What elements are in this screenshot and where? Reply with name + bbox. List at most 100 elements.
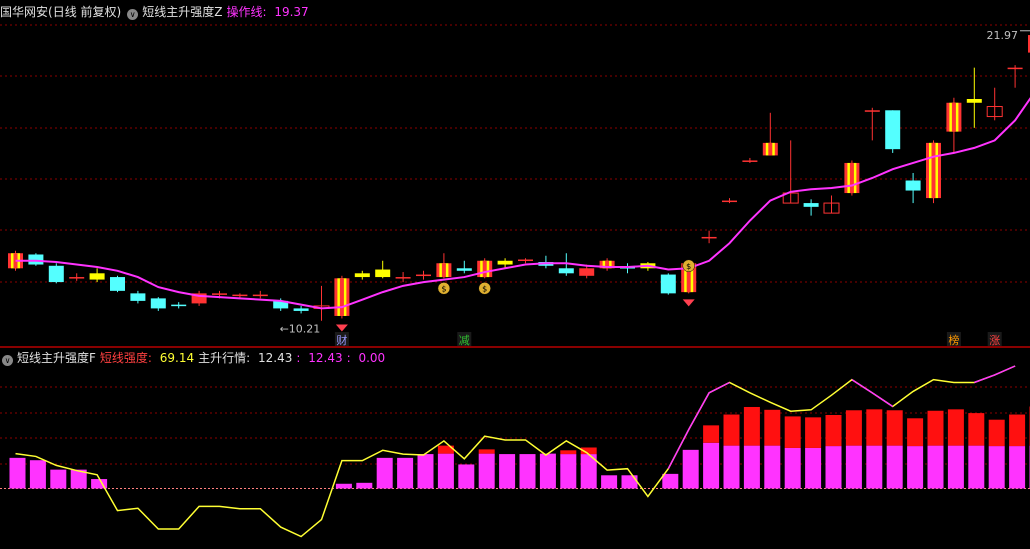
event-marker: 财 bbox=[334, 332, 349, 347]
candle-body bbox=[579, 268, 595, 276]
strength-bar-top bbox=[927, 410, 944, 446]
strength-bar bbox=[417, 454, 434, 489]
strength-bar bbox=[335, 483, 352, 489]
candle-body-core bbox=[482, 260, 487, 278]
strength-bar bbox=[968, 413, 985, 489]
strength-line-highlight bbox=[667, 381, 730, 470]
candle-body bbox=[803, 203, 819, 207]
candle-body-core bbox=[441, 263, 446, 278]
strength-bar-top bbox=[825, 414, 842, 447]
strength-line-highlight bbox=[851, 379, 894, 408]
strength-bar bbox=[907, 418, 924, 489]
strength-bar-base bbox=[805, 447, 822, 489]
candle-body bbox=[395, 277, 411, 279]
strength-bar bbox=[805, 417, 822, 489]
strength-bar bbox=[478, 449, 495, 489]
candle bbox=[436, 253, 452, 279]
strength-bar-base bbox=[601, 475, 618, 489]
strength-bar bbox=[784, 416, 801, 489]
candle bbox=[885, 110, 901, 153]
event-marker: 榜 bbox=[946, 332, 961, 347]
candle-body bbox=[722, 200, 737, 203]
strength-bar bbox=[845, 410, 862, 489]
candle bbox=[803, 199, 819, 216]
strength-bar-base bbox=[376, 457, 393, 489]
strength-bar bbox=[703, 425, 720, 489]
strength-bar bbox=[662, 473, 679, 489]
candle-body bbox=[742, 160, 758, 162]
strength-bar-top bbox=[968, 413, 985, 446]
candle bbox=[701, 230, 717, 244]
candle bbox=[905, 172, 921, 204]
candle bbox=[354, 270, 370, 280]
candle bbox=[986, 87, 1003, 121]
strength-bar-base bbox=[437, 453, 454, 489]
strength-line-highlight bbox=[974, 365, 1016, 384]
candle bbox=[722, 198, 737, 204]
candle-body bbox=[252, 294, 268, 297]
strength-bar-base bbox=[682, 449, 699, 489]
strength-bar-base bbox=[397, 457, 414, 489]
candle-body bbox=[69, 277, 85, 279]
strength-bar-base bbox=[907, 446, 924, 489]
money-bag-icon: $ bbox=[478, 282, 491, 295]
strength-bar-base bbox=[968, 445, 985, 489]
candle bbox=[926, 140, 941, 204]
strength-bar-base bbox=[9, 457, 26, 489]
strength-bar-top bbox=[947, 409, 964, 446]
event-marker: 减 bbox=[457, 332, 472, 347]
strength-bar-top bbox=[743, 406, 760, 446]
strength-bar-base bbox=[621, 475, 638, 489]
gem-icon bbox=[335, 324, 348, 332]
candle bbox=[150, 297, 166, 311]
candle-body bbox=[232, 294, 248, 297]
strength-bar bbox=[825, 414, 842, 489]
candle bbox=[844, 160, 860, 196]
candle-body bbox=[518, 259, 533, 262]
candle-body bbox=[171, 304, 187, 307]
candle-body bbox=[864, 110, 880, 112]
candle bbox=[660, 273, 676, 295]
strength-bar-base bbox=[703, 442, 720, 489]
candle-body bbox=[212, 293, 227, 295]
money-bag-icon: $ bbox=[682, 259, 695, 273]
candle-body bbox=[110, 277, 125, 291]
strength-bar-top bbox=[886, 410, 903, 446]
strength-bar bbox=[621, 475, 638, 489]
strength-bar-top bbox=[764, 409, 781, 446]
strength-bar bbox=[947, 409, 964, 489]
strength-bar-base bbox=[335, 483, 352, 489]
candle-body-core bbox=[768, 142, 773, 156]
strength-bar-base bbox=[764, 445, 781, 489]
strength-bar bbox=[927, 410, 944, 489]
candle bbox=[89, 268, 105, 283]
strength-bar-base bbox=[662, 473, 679, 489]
candle bbox=[416, 270, 431, 280]
gem-icon bbox=[682, 299, 695, 307]
strength-bar-base bbox=[356, 482, 373, 489]
candle bbox=[620, 263, 635, 274]
strength-bar bbox=[437, 445, 454, 489]
candle-body-core bbox=[849, 162, 854, 194]
event-marker: 涨 bbox=[987, 332, 1002, 347]
candle bbox=[742, 157, 758, 163]
strength-bar bbox=[519, 454, 536, 489]
candle-body bbox=[558, 268, 574, 274]
strength-bar-base bbox=[560, 454, 577, 489]
candle bbox=[538, 255, 554, 269]
strength-bar-base bbox=[519, 454, 536, 489]
candle-body-core bbox=[951, 102, 956, 132]
money-bag-icon-mark: $ bbox=[441, 284, 446, 293]
strength-bar bbox=[539, 453, 556, 489]
strength-bar-base bbox=[784, 447, 801, 489]
candle-body bbox=[28, 254, 44, 265]
candle bbox=[252, 290, 268, 299]
event-marker-label: 财 bbox=[336, 333, 347, 347]
strength-bar bbox=[560, 450, 577, 489]
strength-bar bbox=[499, 454, 516, 489]
candle bbox=[334, 275, 350, 319]
strength-bar-base bbox=[50, 469, 67, 489]
strength-bar-base bbox=[743, 445, 760, 489]
strength-bar-top bbox=[805, 417, 822, 448]
money-bag-icon-mark: $ bbox=[686, 262, 691, 271]
